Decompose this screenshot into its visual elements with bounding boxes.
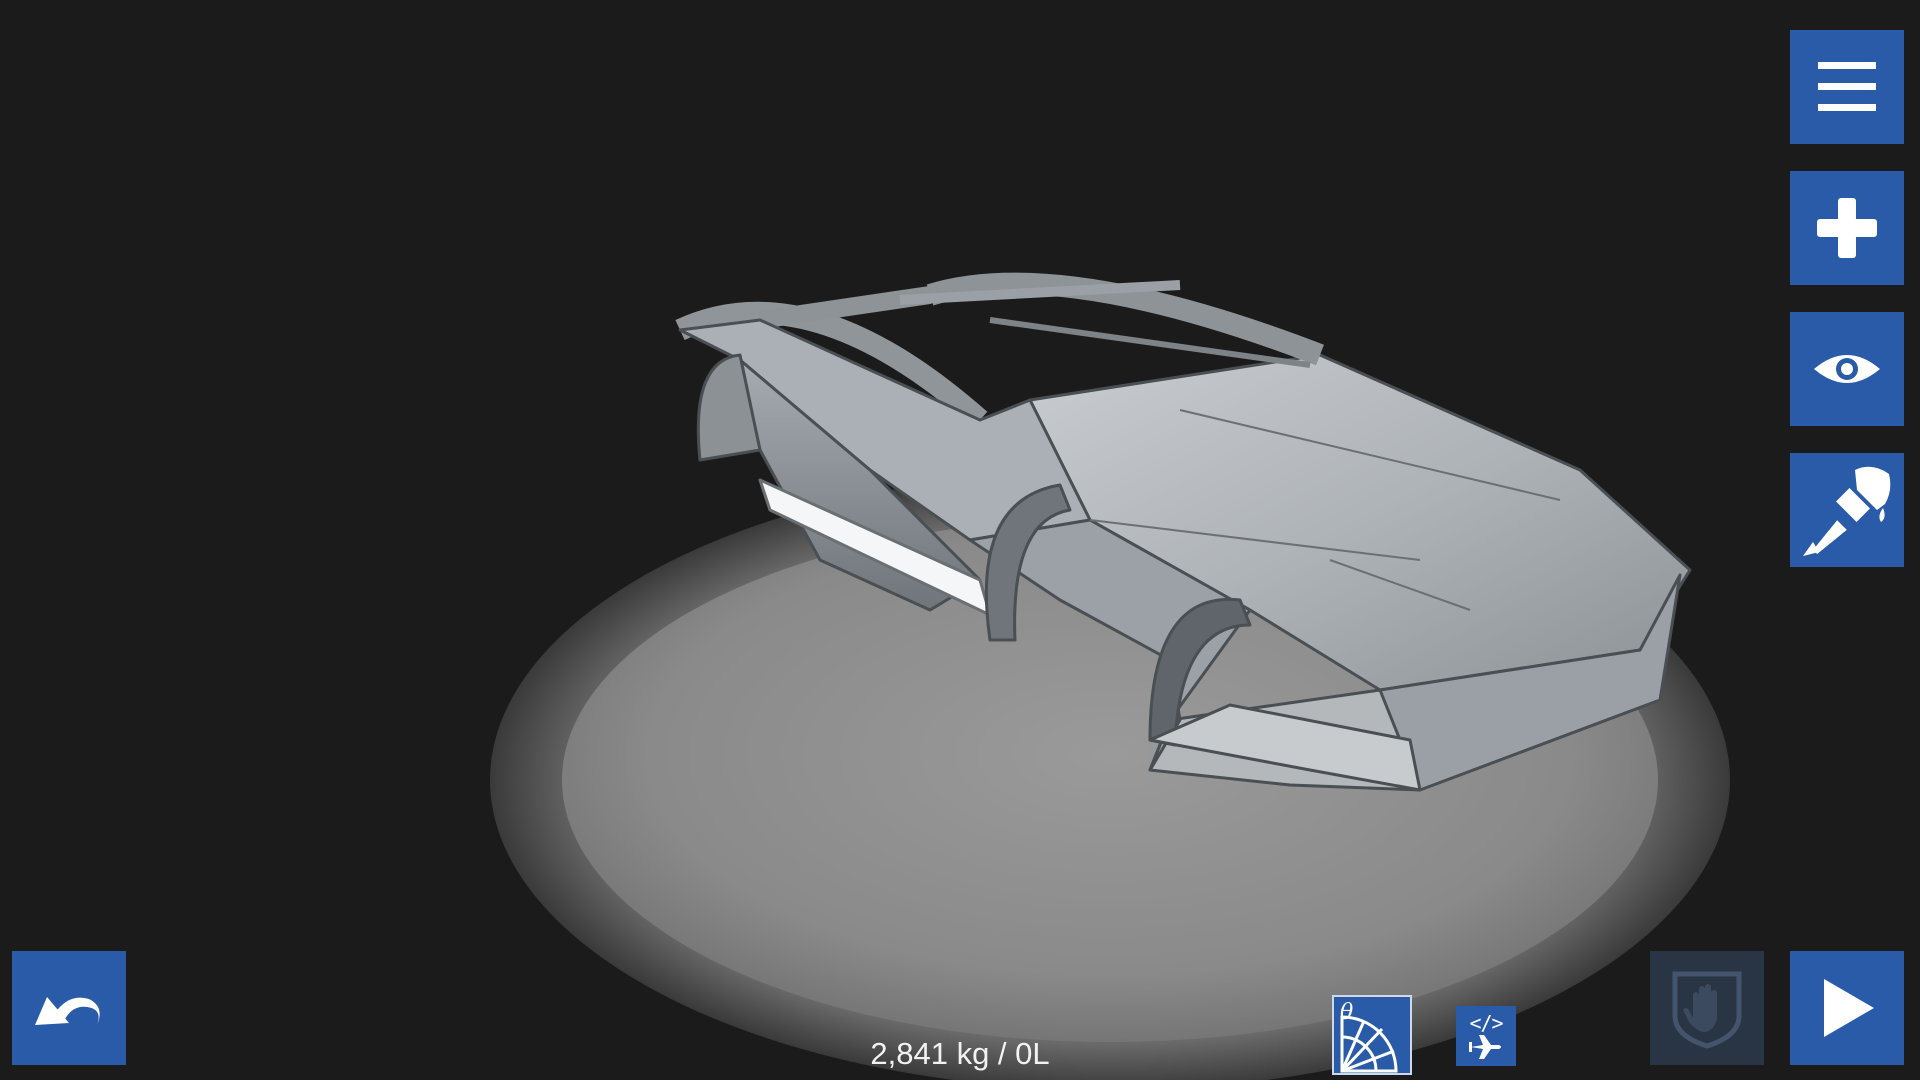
play-icon [1824, 979, 1874, 1037]
hand-shield-icon [1672, 971, 1742, 1049]
designer-viewport[interactable]: θ </> 2,841 kg / 0L [0, 0, 1920, 1080]
theta-symbol: θ [1340, 1000, 1353, 1025]
protractor-angle-icon: θ [1340, 1000, 1398, 1073]
funky-trees-code-tool[interactable]: </> [1456, 1006, 1516, 1066]
angle-snap-tool[interactable]: θ [1332, 995, 1412, 1075]
menu-button[interactable] [1790, 30, 1904, 144]
add-part-button[interactable] [1790, 171, 1904, 285]
plus-icon [1817, 198, 1877, 258]
paint-button[interactable] [1790, 453, 1904, 567]
view-button[interactable] [1790, 312, 1904, 426]
undo-arrow-icon [35, 997, 100, 1025]
eye-icon [1814, 355, 1880, 383]
code-brackets-label: </> [1469, 1011, 1503, 1035]
mass-fuel-readout: 2,841 kg / 0L [870, 1036, 1050, 1071]
undo-button[interactable] [12, 951, 126, 1065]
craft-3d-view[interactable] [0, 0, 1920, 1080]
paintbrush-icon [1803, 466, 1891, 559]
grab-tool-button[interactable] [1650, 951, 1764, 1065]
play-button[interactable] [1790, 951, 1904, 1065]
airplane-icon [1469, 1035, 1501, 1059]
hamburger-menu-icon [1818, 62, 1876, 111]
